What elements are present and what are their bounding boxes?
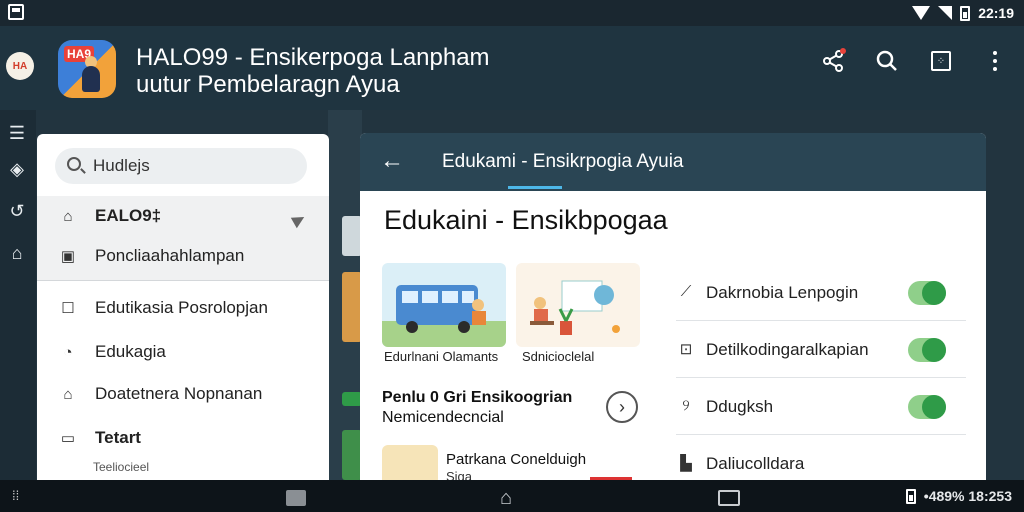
drawer-item-label: Poncliaahahlampan (95, 246, 245, 265)
app-title-line2: uutur Pembelaragn Ayua (136, 71, 400, 98)
search-input[interactable]: Hudlejs (55, 148, 307, 184)
app-logo: HA9 (58, 40, 116, 98)
grid-icon[interactable]: ⁘ (926, 46, 956, 76)
battery-icon (960, 5, 971, 21)
box-icon: ⊡ (679, 341, 693, 358)
share-icon[interactable] (818, 46, 848, 76)
app-title: HALO99 - Ensikerpoga Lanpham uutur Pembe… (136, 44, 556, 98)
thumbnail-caption: Sdnicioclelal (522, 349, 595, 364)
status-time: 22:19 (978, 5, 1014, 21)
toggle-switch[interactable] (908, 281, 946, 305)
drawer-item-label: Doatetnera Nopnanan (95, 384, 263, 403)
overview-button[interactable] (718, 490, 740, 506)
thumbnail-caption: Edurlnani Olamants (384, 349, 499, 364)
home-button[interactable]: ⌂ (500, 488, 522, 508)
recommendation-title: Penlu 0 Gri Ensikoogrian (382, 389, 573, 406)
house-icon: ⌂ (63, 385, 73, 403)
recommendation-subtitle: Nemicendecncial (382, 409, 504, 426)
drawer-item[interactable]: ⌂ Doatetnera Nopnanan (37, 374, 329, 414)
drawer-item[interactable]: ◔ Edukagia (37, 332, 329, 372)
calendar-icon: ▣ (60, 248, 76, 265)
search-icon (67, 157, 81, 171)
notification-icon (8, 4, 24, 20)
item-subtitle: Siga (446, 469, 473, 480)
thumbnail-bus[interactable] (382, 263, 506, 347)
divider (37, 280, 329, 281)
left-rail: ☰ ◈ ↺ ⌂ (0, 110, 36, 480)
status-right: 22:19 (912, 4, 1014, 22)
doc-icon: ▙ (680, 455, 692, 472)
item-thumbnail[interactable] (382, 445, 438, 480)
bg-card (342, 216, 362, 256)
battery-icon (905, 488, 916, 504)
home-alert-icon: ⌂ (63, 207, 73, 225)
chart-icon: ⟋ (680, 283, 692, 300)
bg-card (342, 272, 362, 342)
tab-indicator (508, 186, 562, 189)
search-text: Hudlejs (93, 156, 150, 175)
wifi-icon (912, 6, 931, 20)
back-arrow-icon[interactable]: ← (380, 149, 404, 173)
chevron-right-icon[interactable]: › (606, 391, 638, 423)
briefcase-icon: ▭ (60, 430, 76, 447)
search-icon[interactable] (872, 46, 902, 76)
item-title: Patrkana Conelduigh (446, 451, 587, 468)
card-header: ← Edukami - Ensikrpogia Ayuia (360, 133, 986, 191)
drawer-item[interactable]: ▭ Tetart (37, 418, 329, 458)
drawer-item-label: Edukagia (95, 342, 166, 361)
education-card: ← Edukami - Ensikrpogia Ayuia Edukaini -… (360, 133, 986, 480)
status-bar: 22:19 (0, 0, 1024, 26)
power-icon[interactable]: ↺ (6, 200, 28, 222)
pin-icon: ୨ (682, 397, 690, 414)
setting-row: ⟋ Dakrnobia Lenpogin (676, 265, 966, 321)
setting-label: Dakrnobia Lenpogin (706, 283, 859, 302)
drawer-item-label: Tetart (95, 428, 141, 447)
app-actions: ⁘ (818, 46, 1010, 76)
app-switch-icon[interactable]: ⁞⁞ (12, 488, 28, 504)
square-icon: ☐ (61, 300, 75, 317)
card-title: Edukaini - Ensikbpogaa (384, 205, 668, 235)
signal-icon (938, 6, 953, 20)
nav-status-text: •489% 18:253 (923, 488, 1012, 504)
bg-card (342, 392, 362, 406)
folder-icon: ◔ (63, 343, 73, 361)
toggle-switch[interactable] (908, 338, 946, 362)
navigation-drawer: Hudlejs ⌂ EALO9‡ ▣ Poncliaahahlampan ☐ E… (37, 134, 329, 480)
thumbnail-classroom[interactable] (516, 263, 640, 347)
drawer-footer: Teeliocieel (93, 460, 150, 474)
card-header-title: Edukami - Ensikrpogia Ayuia (442, 151, 684, 172)
menu-icon[interactable]: ☰ (6, 122, 28, 144)
setting-label: Ddugksh (706, 397, 774, 416)
nav-status: •489% 18:253 (905, 488, 1012, 504)
drawer-item[interactable]: ▣ Poncliaahahlampan (37, 236, 329, 276)
setting-row: ୨ Ddugksh (676, 379, 966, 435)
recents-button[interactable] (286, 490, 306, 506)
setting-label: Daliucolldara (706, 454, 805, 473)
drawer-item[interactable]: ☐ Edutikasia Posrolopjan (37, 288, 329, 328)
app-badge-icon[interactable]: HA (6, 52, 34, 80)
drawer-item-label: EALO9‡ (95, 206, 162, 225)
setting-label: Detilkodingaralkapian (706, 340, 869, 359)
drawer-item-label: Edutikasia Posrolopjan (95, 298, 268, 317)
setting-row: ⊡ Detilkodingaralkapian (676, 322, 966, 378)
app-title-line1: HALO99 - Ensikerpoga Lanpham (136, 44, 490, 71)
toggle-switch[interactable] (908, 395, 946, 419)
drawer-item[interactable]: ⌂ EALO9‡ (37, 196, 329, 236)
setting-row[interactable]: ▙ Daliucolldara (676, 436, 966, 480)
home-icon[interactable]: ⌂ (6, 242, 28, 264)
bg-card (342, 430, 362, 480)
more-options-icon[interactable] (980, 46, 1010, 76)
compass-icon[interactable]: ◈ (6, 158, 28, 180)
